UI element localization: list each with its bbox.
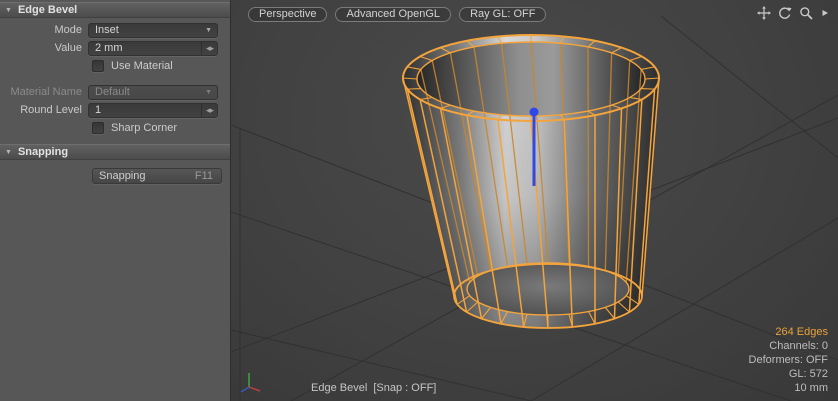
viewport-toolbar: Perspective Advanced OpenGL Ray GL: OFF bbox=[248, 7, 546, 22]
collapse-triangle-icon: ▼ bbox=[5, 149, 12, 156]
value-input[interactable]: 2 mm ◂▸ bbox=[88, 41, 218, 56]
material-name-row: Material Name Default ▼ bbox=[0, 84, 224, 100]
viewport-3d[interactable]: Perspective Advanced OpenGL Ray GL: OFF bbox=[231, 0, 838, 401]
use-material-checkbox[interactable] bbox=[92, 60, 104, 72]
round-level-row: Round Level 1 ◂▸ bbox=[0, 102, 224, 118]
gl-count: GL: 572 bbox=[749, 367, 828, 381]
snapping-button[interactable]: Snapping F11 bbox=[92, 168, 222, 184]
section-header-snapping[interactable]: ▼ Snapping bbox=[0, 144, 230, 160]
pan-icon[interactable] bbox=[757, 6, 771, 20]
material-name-dropdown[interactable]: Default ▼ bbox=[88, 85, 218, 100]
zoom-icon[interactable] bbox=[799, 6, 813, 20]
value-stepper-icon[interactable]: ◂▸ bbox=[201, 42, 217, 55]
deformers-status: Deformers: OFF bbox=[749, 353, 828, 367]
axis-z-blue bbox=[241, 387, 249, 392]
value-text: 2 mm bbox=[95, 42, 123, 54]
round-level-label: Round Level bbox=[0, 104, 88, 116]
material-name-value: Default bbox=[95, 86, 130, 98]
section-title-edge-bevel: Edge Bevel bbox=[18, 4, 77, 16]
modo-window: ▼ Edge Bevel Mode Inset ▼ Value 2 mm ◂▸ … bbox=[0, 0, 838, 401]
tool-properties-panel: ▼ Edge Bevel Mode Inset ▼ Value 2 mm ◂▸ … bbox=[0, 0, 231, 401]
value-label: Value bbox=[0, 42, 88, 54]
mode-dropdown[interactable]: Inset ▼ bbox=[88, 23, 218, 38]
grid-scale: 10 mm bbox=[749, 381, 828, 395]
snapping-shortcut: F11 bbox=[195, 170, 213, 182]
use-material-label: Use Material bbox=[111, 60, 173, 72]
collapse-triangle-icon: ▼ bbox=[5, 7, 12, 14]
raygl-button[interactable]: Ray GL: OFF bbox=[459, 7, 546, 22]
round-level-input[interactable]: 1 ◂▸ bbox=[88, 103, 218, 118]
round-level-text: 1 bbox=[95, 104, 101, 116]
axis-gizmo bbox=[238, 368, 264, 397]
tool-status-text: Edge Bevel [Snap : OFF] bbox=[311, 382, 436, 394]
mode-row: Mode Inset ▼ bbox=[0, 22, 224, 38]
sharp-corner-row: Sharp Corner bbox=[92, 120, 230, 136]
material-name-label: Material Name bbox=[0, 86, 88, 98]
mode-label: Mode bbox=[0, 24, 88, 36]
scene-canvas bbox=[231, 0, 838, 401]
use-material-row: Use Material bbox=[92, 58, 230, 74]
round-level-stepper-icon[interactable]: ◂▸ bbox=[201, 104, 217, 117]
mode-value: Inset bbox=[95, 24, 119, 36]
snapping-button-label: Snapping bbox=[99, 170, 146, 182]
sharp-corner-checkbox[interactable] bbox=[92, 122, 104, 134]
section-header-edge-bevel[interactable]: ▼ Edge Bevel bbox=[0, 2, 230, 18]
edge-count: 264 Edges bbox=[749, 325, 828, 339]
value-row: Value 2 mm ◂▸ bbox=[0, 40, 224, 56]
channels-count: Channels: 0 bbox=[749, 339, 828, 353]
orbit-icon[interactable] bbox=[778, 6, 792, 20]
sharp-corner-label: Sharp Corner bbox=[111, 122, 177, 134]
viewport-stats: 264 Edges Channels: 0 Deformers: OFF GL:… bbox=[749, 325, 828, 395]
flyout-arrow-icon[interactable] bbox=[820, 6, 830, 20]
axis-x-red bbox=[249, 387, 260, 391]
chevron-down-icon: ▼ bbox=[205, 27, 212, 34]
viewport-nav-icons bbox=[757, 6, 830, 20]
renderer-button[interactable]: Advanced OpenGL bbox=[335, 7, 451, 22]
chevron-down-icon: ▼ bbox=[205, 89, 212, 96]
perspective-button[interactable]: Perspective bbox=[248, 7, 327, 22]
section-title-snapping: Snapping bbox=[18, 146, 68, 158]
